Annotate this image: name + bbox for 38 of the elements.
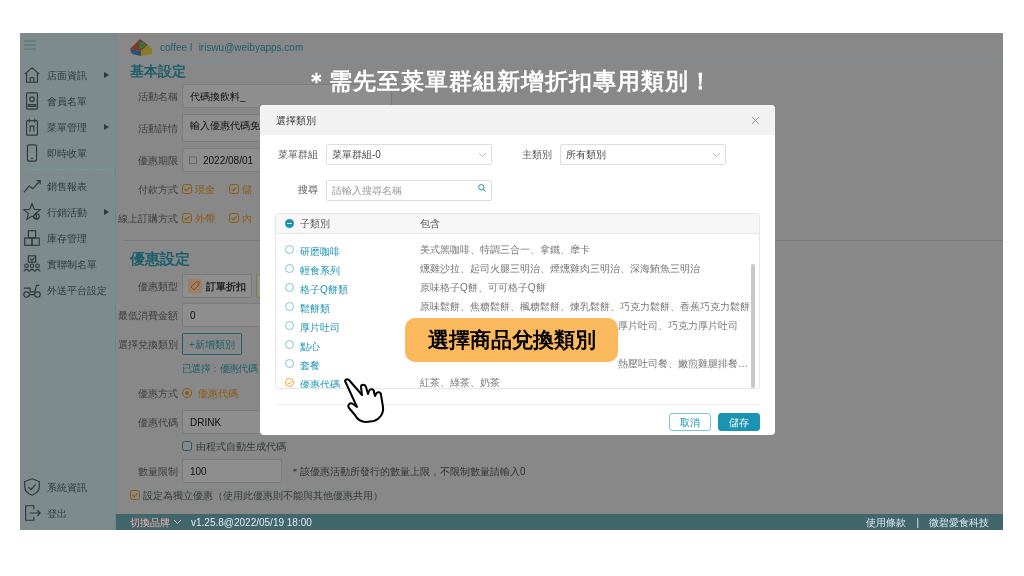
checkbox-label: 由程式自動生成代碼 [196,439,286,454]
field-label: 優惠期限 [137,153,178,168]
checkbox-label: 設定為獨立優惠（使用此優惠則不能與其他優惠共用） [143,488,383,503]
category-items: 原味格子Q餅、可可格子Q餅 [420,281,546,295]
option-label: 外帶 [195,211,215,226]
field-label: 選擇兌換類別 [118,337,178,352]
field-label: 付款方式 [137,182,178,197]
category-items: 紅茶、綠茶、奶茶 [420,376,500,388]
field-label: 優惠代碼 [137,415,178,430]
selected-category-note: 已選擇：優惠代碼 [182,361,258,376]
version-text: v1.25.8@2022/05/19 18:00 [191,515,312,530]
category-items: 原味鬆餅、焦糖鬆餅、楓糖鬆餅、煉乳鬆餅、巧克力鬆餅、香蕉巧克力鬆餅 [420,300,750,314]
store-name: coffee I [160,40,193,55]
category-items: 熱壓吐司餐、嫩煎雞腿排餐… [618,357,748,371]
category-items: 美式黑咖啡、特調三合一、拿鐵、摩卡 [420,243,590,257]
separator: | [916,515,919,530]
field-label: 優惠方式 [137,386,178,401]
option-label: 現金 [195,182,215,197]
category-items: 厚片吐司、巧克力厚片吐司 [618,319,738,333]
column-header: 子類別 [300,217,331,231]
callout-label: 選擇商品兌換類別 [405,318,618,362]
field-label: 活動名稱 [137,89,178,104]
field-label: 最低消費金額 [118,308,178,323]
field-label: 優惠類型 [137,279,178,294]
field-label: 數量限制 [137,464,178,479]
category-items: 燻雞沙拉、起司火腿三明治、煙燻雞肉三明治、深海鮪魚三明治 [420,262,700,276]
field-label: 活動詳情 [137,121,178,136]
field-label: 菜單群組 [277,148,318,162]
option-label: 優惠代碼 [198,386,238,401]
field-label: 主類別 [522,148,552,162]
option-label: 內 [242,211,252,226]
section-title: 優惠設定 [130,249,190,269]
field-label: 搜尋 [297,182,318,197]
option-label: 儲 [242,182,252,197]
dialog-title: 選擇類別 [276,113,317,128]
column-header: 包含 [420,217,440,231]
account-email: iriswu@weibyapps.com [198,40,304,55]
section-title: 基本設定 [130,63,186,79]
